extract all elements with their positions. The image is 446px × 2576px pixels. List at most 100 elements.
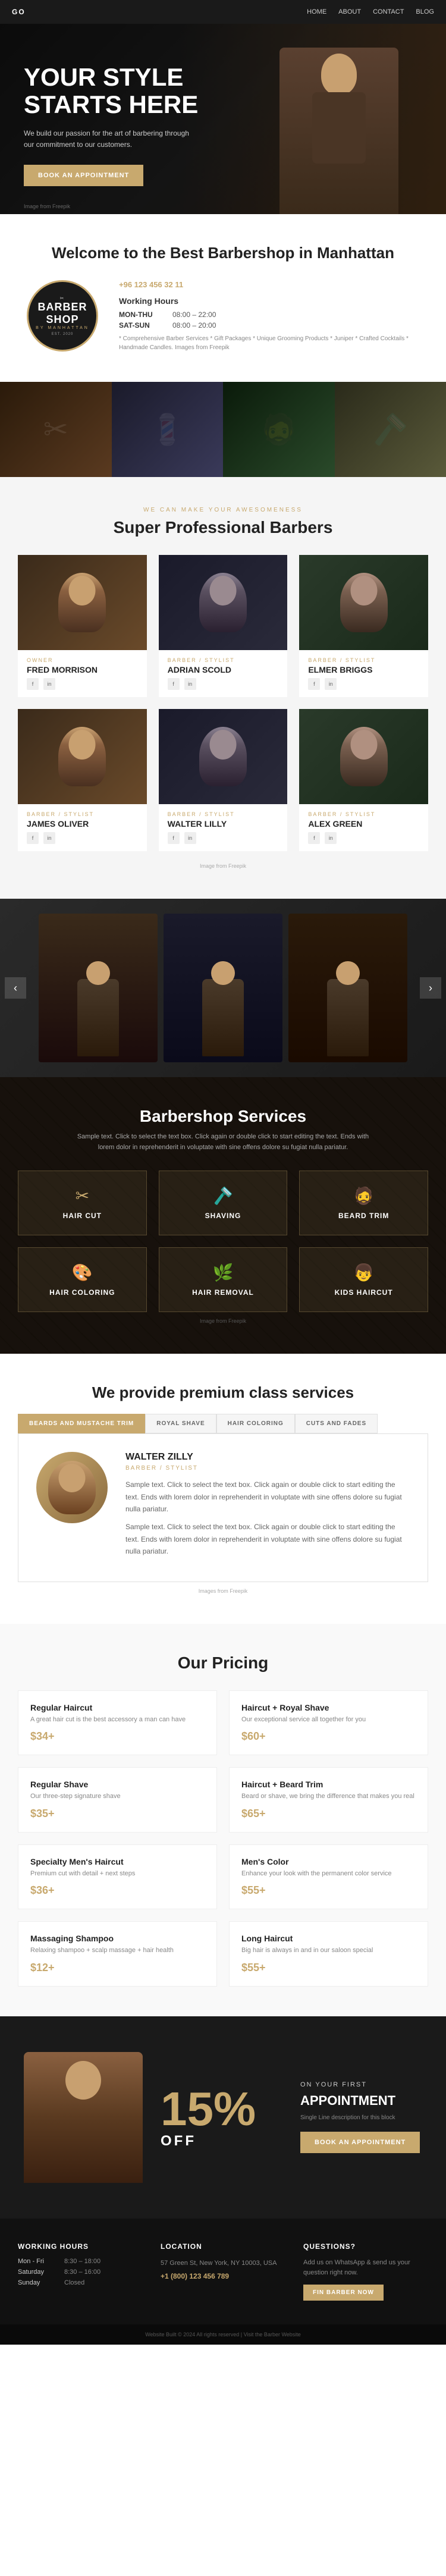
carousel-images — [3, 914, 443, 1062]
barber-card-0: OWNER FRED MORRISON f in — [18, 555, 147, 697]
premium-desc-1: Sample text. Click to select the text bo… — [125, 1479, 410, 1515]
logo-mid: BY MANHATTAN — [36, 326, 89, 330]
silhouette-1 — [39, 914, 158, 1062]
hero-cta-button[interactable]: BOOK AN APPOINTMENT — [24, 165, 143, 186]
footer-bottom: Website Built © 2024 All rights reserved… — [0, 2324, 446, 2345]
pricing-name-4: Specialty Men's Haircut — [30, 1857, 205, 1866]
pricing-item-0: Regular Haircut A great hair cut is the … — [18, 1690, 217, 1756]
nav-contact[interactable]: Contact — [373, 8, 404, 15]
pricing-name-1: Haircut + Royal Shave — [241, 1703, 416, 1712]
barber-name-5: ALEX GREEN — [308, 819, 419, 829]
barbers-title: Super Professional Barbers — [18, 518, 428, 537]
premium-title: We provide premium class services — [18, 1383, 428, 1402]
barber-name-4: WALTER LILLY — [168, 819, 279, 829]
facebook-icon-4[interactable]: f — [168, 832, 180, 844]
hero-man-figure-container — [256, 36, 422, 214]
pricing-desc-3: Beard or shave, we bring the difference … — [241, 1791, 416, 1802]
facebook-icon-0[interactable]: f — [27, 678, 39, 690]
barber-figure-3 — [58, 727, 106, 786]
barber-socials-3: f in — [27, 832, 138, 844]
gallery-bg-2: 💈 — [112, 382, 224, 477]
footer-questions: Questions? Add us on WhatsApp & send us … — [303, 2242, 428, 2301]
pricing-price-5: $55+ — [241, 1884, 416, 1897]
footer-address: 57 Green St, New York, NY 10003, USA — [161, 2258, 285, 2269]
instagram-icon-0[interactable]: in — [43, 678, 55, 690]
footer-questions-text: Add us on WhatsApp & send us your questi… — [303, 2258, 428, 2279]
barber-figure-0 — [58, 573, 106, 632]
instagram-icon-3[interactable]: in — [43, 832, 55, 844]
body-3 — [327, 979, 369, 1056]
barber-photo-4 — [159, 709, 288, 804]
premium-tab-0[interactable]: BEARDS AND MUSTACHE TRIM — [18, 1414, 145, 1433]
body-1 — [77, 979, 119, 1056]
barbers-subtitle: WE CAN MAKE YOUR AWESOMENESS — [18, 507, 428, 513]
pricing-name-0: Regular Haircut — [30, 1703, 205, 1712]
footer-questions-title: Questions? — [303, 2242, 428, 2251]
promo-book-button[interactable]: BOOK AN APPOINTMENT — [300, 2132, 420, 2153]
hours-time-1: 08:00 – 22:00 — [172, 310, 216, 319]
pricing-desc-0: A great hair cut is the best accessory a… — [30, 1715, 205, 1725]
barber-photo-1 — [159, 555, 288, 650]
barber-role-0: OWNER — [27, 657, 138, 663]
instagram-icon-1[interactable]: in — [184, 678, 196, 690]
nav-home[interactable]: Home — [307, 8, 326, 15]
premium-person-role: Barber / Stylist — [125, 1465, 410, 1471]
service-item-1[interactable]: 🪒 Shaving — [159, 1171, 288, 1235]
service-item-4[interactable]: 🌿 Hair Removal — [159, 1247, 288, 1312]
services-section: Barbershop Services Sample text. Click t… — [0, 1077, 446, 1354]
logo-top: ✂ — [60, 296, 65, 301]
gallery-bg-3: 🧔 — [223, 382, 335, 477]
facebook-icon-5[interactable]: f — [308, 832, 320, 844]
nav-blog[interactable]: Blog — [416, 8, 434, 15]
facebook-icon-3[interactable]: f — [27, 832, 39, 844]
carousel-prev-button[interactable]: ‹ — [5, 977, 26, 999]
barber-socials-2: f in — [308, 678, 419, 690]
carousel: ‹ › — [0, 899, 446, 1077]
premium-tab-3[interactable]: CUTS AND FADES — [295, 1414, 378, 1433]
carousel-next-button[interactable]: › — [420, 977, 441, 999]
logo-bottom: EST. 2020 — [52, 332, 74, 336]
instagram-icon-4[interactable]: in — [184, 832, 196, 844]
barber-card-4: BARBER / STYLIST WALTER LILLY f in — [159, 709, 288, 851]
barber-logo: ✂ BARBERSHOP BY MANHATTAN EST. 2020 — [27, 280, 98, 352]
barber-figure-4 — [199, 727, 247, 786]
footer-find-button[interactable]: FIN BARBER NOW — [303, 2285, 384, 2301]
barbers-grid: OWNER FRED MORRISON f in BARBER / STYLIS… — [18, 555, 428, 851]
color-icon: 🎨 — [72, 1263, 93, 1282]
promo-on: ON YOUR FIRST — [300, 2081, 422, 2088]
pricing-price-2: $35+ — [30, 1808, 205, 1820]
nav-links: Home About Contact Blog — [307, 8, 434, 15]
hero-subtitle: We build our passion for the art of barb… — [24, 128, 190, 150]
footer-hours: Working Hours Mon - Fri 8:30 – 18:00 Sat… — [18, 2242, 143, 2301]
premium-person-name: WALTER ZILLY — [125, 1452, 410, 1463]
gallery-item-4: 🪒 — [335, 382, 446, 477]
facebook-icon-2[interactable]: f — [308, 678, 320, 690]
barber-socials-5: f in — [308, 832, 419, 844]
promo-off: OFF — [161, 2133, 282, 2150]
service-item-3[interactable]: 🎨 Hair Coloring — [18, 1247, 147, 1312]
service-item-2[interactable]: 🧔 Beard Trim — [299, 1171, 428, 1235]
premium-tab-1[interactable]: ROYAL SHAVE — [145, 1414, 216, 1433]
footer-hours-title: Working Hours — [18, 2242, 143, 2251]
premium-content: WALTER ZILLY Barber / Stylist Sample tex… — [18, 1433, 428, 1582]
nav-about[interactable]: About — [338, 8, 361, 15]
gallery-item-2: 💈 — [112, 382, 224, 477]
service-item-5[interactable]: 👦 Kids Haircut — [299, 1247, 428, 1312]
facebook-icon-1[interactable]: f — [168, 678, 180, 690]
instagram-icon-5[interactable]: in — [325, 832, 337, 844]
barber-photo-0 — [18, 555, 147, 650]
hours-row-1: MON-THU 08:00 – 22:00 — [119, 310, 422, 319]
services-credit: Image from Freepik — [18, 1318, 428, 1324]
service-item-0[interactable]: ✂ Hair Cut — [18, 1171, 147, 1235]
service-name-5: Kids Haircut — [335, 1288, 393, 1297]
premium-tab-2[interactable]: HAIR COLORING — [216, 1414, 295, 1433]
footer-location: Location 57 Green St, New York, NY 10003… — [161, 2242, 285, 2301]
hero-man-figure — [279, 48, 398, 214]
kids-icon: 👦 — [353, 1263, 374, 1282]
instagram-icon-2[interactable]: in — [325, 678, 337, 690]
footer-location-title: Location — [161, 2242, 285, 2251]
barber-role-4: BARBER / STYLIST — [168, 811, 279, 817]
barber-info-2: BARBER / STYLIST ELMER BRIGGS f in — [299, 650, 428, 697]
pricing-item-4: Specialty Men's Haircut Premium cut with… — [18, 1844, 217, 1910]
barber-info-1: BARBER / STYLIST ADRIAN SCOLD f in — [159, 650, 288, 697]
